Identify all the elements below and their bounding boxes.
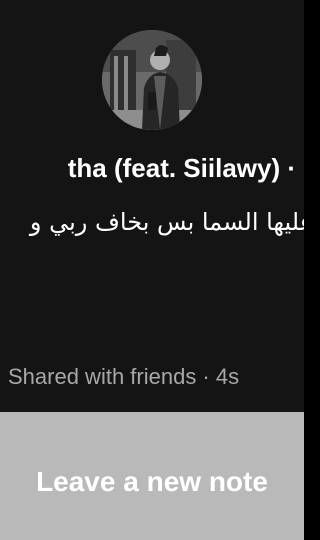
song-title-text: tha (feat. Siilawy) · B [67,153,304,183]
note-body-text: عليها السما بس بخاف ربي و [29,208,304,236]
leave-new-note-button[interactable]: Leave a new note [0,412,304,540]
leave-new-note-label: Leave a new note [36,466,268,497]
song-attribution[interactable]: tha (feat. Siilawy) · B [0,150,304,186]
note-body: عليها السما بس بخاف ربي و [0,202,304,242]
note-panel: tha (feat. Siilawy) · B عليها السما بس ب… [0,0,304,412]
shared-with-text: Shared with friends · 4s [8,364,240,389]
note-meta: Shared with friends · 4s [0,362,304,392]
avatar-photo [102,30,202,130]
profile-avatar[interactable] [102,30,202,130]
